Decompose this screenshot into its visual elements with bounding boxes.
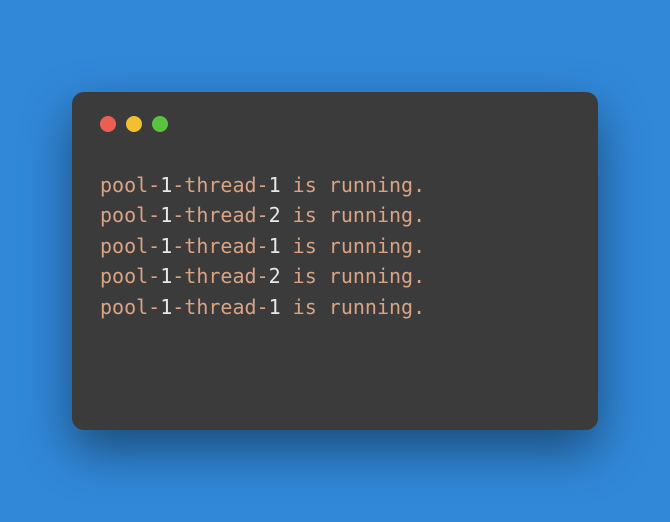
maximize-icon[interactable] [152,116,168,132]
close-icon[interactable] [100,116,116,132]
number-token: 2 [269,203,281,227]
number-token: 1 [160,234,172,258]
text-token: pool- [100,173,160,197]
number-token: 1 [269,295,281,319]
text-token: is running. [281,203,426,227]
text-token: -thread- [172,234,268,258]
number-token: 1 [160,264,172,288]
text-token: -thread- [172,264,268,288]
number-token: 1 [160,203,172,227]
text-token: -thread- [172,173,268,197]
text-token: is running. [281,234,426,258]
minimize-icon[interactable] [126,116,142,132]
terminal-window: pool-1-thread-1 is running.pool-1-thread… [72,92,598,430]
text-token: -thread- [172,295,268,319]
text-token: -thread- [172,203,268,227]
output-line: pool-1-thread-1 is running. [100,231,570,261]
traffic-lights [100,116,570,132]
output-line: pool-1-thread-1 is running. [100,170,570,200]
number-token: 1 [160,173,172,197]
text-token: pool- [100,203,160,227]
output-line: pool-1-thread-2 is running. [100,200,570,230]
number-token: 1 [160,295,172,319]
text-token: is running. [281,295,426,319]
number-token: 1 [269,173,281,197]
number-token: 2 [269,264,281,288]
text-token: pool- [100,264,160,288]
output-line: pool-1-thread-2 is running. [100,261,570,291]
text-token: is running. [281,173,426,197]
output-line: pool-1-thread-1 is running. [100,292,570,322]
text-token: pool- [100,295,160,319]
terminal-output: pool-1-thread-1 is running.pool-1-thread… [100,170,570,322]
number-token: 1 [269,234,281,258]
text-token: is running. [281,264,426,288]
text-token: pool- [100,234,160,258]
